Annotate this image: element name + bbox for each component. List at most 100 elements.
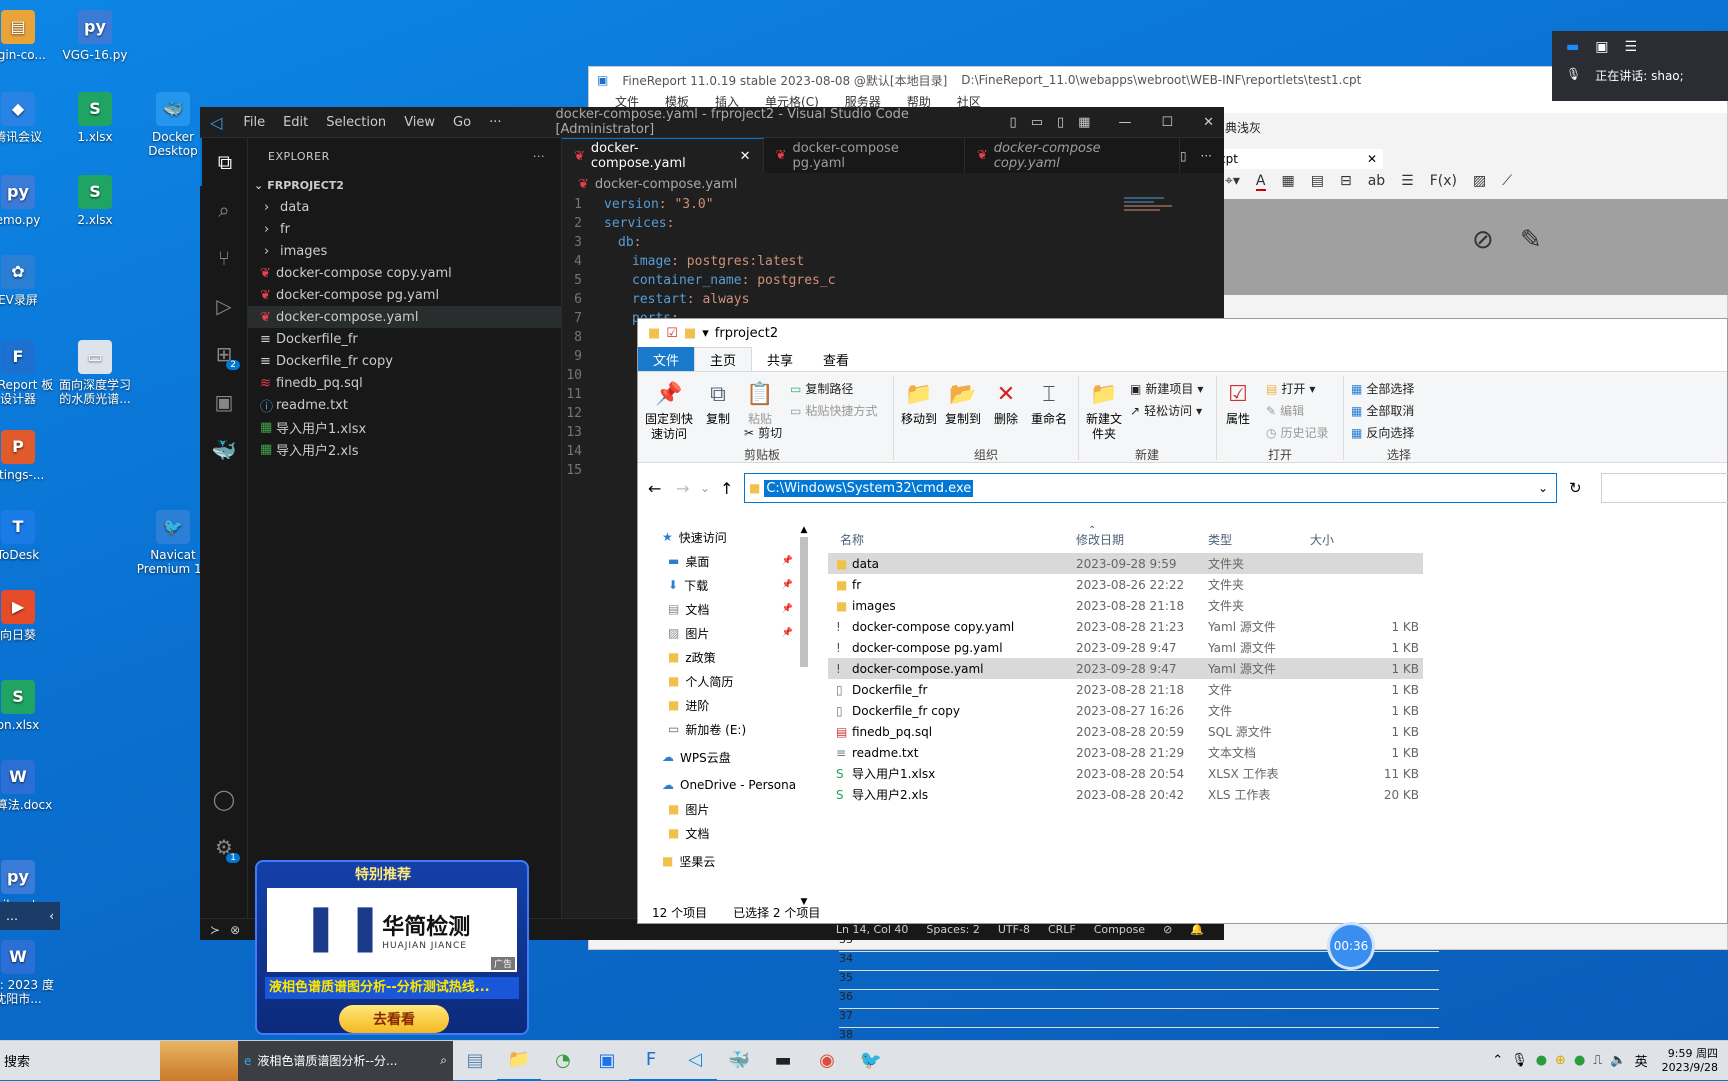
- fr-align-icon[interactable]: ☰: [1401, 173, 1414, 191]
- fr-fill-icon[interactable]: ⌖▾: [1225, 173, 1240, 191]
- clock[interactable]: 9:59 周四 2023/9/28: [1662, 1047, 1718, 1075]
- ime-indicator[interactable]: 英: [1635, 1051, 1648, 1070]
- recording-timer[interactable]: 00:36: [1330, 925, 1372, 967]
- tab-file[interactable]: 文件: [638, 347, 695, 371]
- explorer-icon[interactable]: ⧉: [200, 138, 248, 186]
- tab-close-icon[interactable]: ✕: [740, 149, 751, 164]
- file-explorer-window[interactable]: ■ ☑ ■ ▾ frproject2 文件 主页 共享 查看 📌 固定到快速访问 …: [637, 318, 1728, 924]
- tree-item-folder[interactable]: › fr: [248, 218, 561, 240]
- nav-item[interactable]: ⬇ 下载 📌: [638, 573, 813, 597]
- desktop-icon[interactable]: py VGG-16.py: [55, 10, 135, 62]
- desktop-icon[interactable]: Son.xlsx: [0, 680, 58, 732]
- minimize-window-icon[interactable]: —: [1118, 115, 1131, 130]
- ad-cta-button[interactable]: 去看看: [339, 1005, 449, 1033]
- breadcrumb[interactable]: ❦ docker-compose.yaml: [562, 173, 1224, 195]
- file-row[interactable]: ■ images 2023-08-28 21:18 文件夹: [828, 595, 1423, 616]
- network-icon[interactable]: ⎍: [1593, 1053, 1602, 1068]
- status-language[interactable]: Compose: [1094, 923, 1145, 936]
- desktop-icon[interactable]: W #1: 2023 度沈阳市...: [0, 940, 58, 1006]
- file-row[interactable]: ▯ Dockerfile_fr 2023-08-28 21:18 文件 1 KB: [828, 679, 1423, 700]
- menu-more[interactable]: ···: [480, 115, 510, 130]
- nav-item[interactable]: ■ 个人简历: [638, 669, 813, 693]
- col-name[interactable]: 名称: [840, 531, 864, 548]
- back-arrow-icon[interactable]: ←: [648, 479, 661, 498]
- nav-item[interactable]: ★ 快速访问: [638, 525, 813, 549]
- menu-go[interactable]: Go: [444, 115, 480, 130]
- desktop-icon[interactable]: FneReport 板设计器: [0, 340, 58, 406]
- cut-button[interactable]: ✂ 剪切: [744, 424, 782, 441]
- tray-app-icon[interactable]: ●: [1574, 1053, 1585, 1068]
- copilot-icon[interactable]: ⊘: [1163, 923, 1172, 936]
- new-item-button[interactable]: ▣ 新建项目 ▾: [1130, 380, 1203, 397]
- fr-link-icon[interactable]: ⊟: [1340, 173, 1352, 191]
- tree-item-info[interactable]: ⓘ readme.txt: [248, 394, 561, 416]
- menu-selection[interactable]: Selection: [317, 115, 395, 130]
- notepad-icon[interactable]: ▤: [453, 1041, 497, 1081]
- fr-border-icon[interactable]: ▦: [1282, 173, 1295, 191]
- easy-access-button[interactable]: ↗ 轻松访问 ▾: [1130, 402, 1202, 419]
- desktop-icon[interactable]: ▭ 面向深度学习的水质光谱...: [55, 340, 135, 406]
- nav-item[interactable]: ☁ WPS云盘: [638, 745, 813, 769]
- select-all-button[interactable]: ▦ 全部选择: [1351, 380, 1414, 397]
- browser-icon[interactable]: ◔: [541, 1041, 585, 1081]
- refresh-icon[interactable]: ↻: [1569, 479, 1582, 497]
- open-button[interactable]: ▤ 打开 ▾: [1266, 380, 1315, 397]
- nav-item[interactable]: ■ 文档: [638, 821, 813, 845]
- fr-grid-row[interactable]: 36: [839, 990, 1439, 1009]
- properties-button[interactable]: ☑ 属性: [1220, 378, 1256, 427]
- status-spaces[interactable]: Spaces: 2: [926, 923, 979, 936]
- nav-item[interactable]: ■ 图片: [638, 797, 813, 821]
- rename-button[interactable]: ⌶ 重命名: [1028, 378, 1070, 427]
- window-icon[interactable]: ▣: [1595, 39, 1608, 55]
- properties-quick-icon[interactable]: ☑: [666, 326, 678, 341]
- docker-taskbar-icon[interactable]: 🐳: [717, 1041, 761, 1081]
- nav-item[interactable]: ▨ 图片 📌: [638, 621, 813, 645]
- ad-headline[interactable]: 液相色谱质谱图分析--分析测试热线...: [265, 977, 519, 999]
- code-line[interactable]: 4 image: postgres:latest: [562, 252, 1224, 271]
- source-control-icon[interactable]: ⑂: [200, 234, 248, 282]
- tree-item-sql[interactable]: ≋ finedb_pq.sql: [248, 372, 561, 394]
- tab-home[interactable]: 主页: [694, 347, 753, 371]
- more-actions-icon[interactable]: ···: [1201, 149, 1212, 163]
- fr-image-icon[interactable]: ▨: [1473, 173, 1486, 191]
- more-actions-icon[interactable]: ···: [533, 150, 561, 163]
- tree-item-docker[interactable]: ≡ Dockerfile_fr: [248, 328, 561, 350]
- settings-gear-icon[interactable]: ⚙ 1: [200, 823, 248, 871]
- search-icon[interactable]: ⌕: [200, 186, 248, 234]
- copy-button[interactable]: ⧉ 复制: [700, 378, 736, 427]
- fr-formula-icon[interactable]: F(x): [1430, 173, 1457, 191]
- file-explorer-icon[interactable]: 📁: [497, 1041, 541, 1081]
- code-line[interactable]: 6 restart: always: [562, 290, 1224, 309]
- pin-icon[interactable]: 📌: [782, 628, 793, 638]
- code-line[interactable]: 3 db:: [562, 233, 1224, 252]
- search-box[interactable]: [1601, 473, 1728, 503]
- menu-view[interactable]: View: [395, 115, 444, 130]
- fr-tab-close-icon[interactable]: ✕: [1367, 152, 1377, 166]
- up-arrow-icon[interactable]: ↑: [720, 479, 733, 498]
- meeting-widget[interactable]: ▬ ▣ ☰ 🎙 正在讲话: shao;: [1552, 31, 1728, 101]
- tree-item-docker[interactable]: ≡ Dockerfile_fr copy: [248, 350, 561, 372]
- pin-icon[interactable]: 📌: [782, 556, 793, 566]
- customize-layout-icon[interactable]: ▦: [1078, 115, 1090, 130]
- remote-explorer-icon[interactable]: ▣: [200, 378, 248, 426]
- tree-item-folder[interactable]: › images: [248, 240, 561, 262]
- tree-item-yaml[interactable]: ❦ docker-compose copy.yaml: [248, 262, 561, 284]
- fr-grid-row[interactable]: 35: [839, 971, 1439, 990]
- file-row[interactable]: ! docker-compose pg.yaml 2023-09-28 9:47 Ya…: [828, 637, 1423, 658]
- vscode-taskbar-icon[interactable]: ◁: [673, 1041, 717, 1081]
- maximize-window-icon[interactable]: ☐: [1161, 115, 1173, 130]
- desktop-icon[interactable]: S 2.xlsx: [55, 175, 135, 227]
- pin-icon[interactable]: 📌: [782, 604, 793, 614]
- docker-icon[interactable]: 🐳: [200, 426, 248, 474]
- desktop-icon[interactable]: ▤ ugin-co...: [0, 10, 58, 62]
- menu-edit[interactable]: Edit: [274, 115, 317, 130]
- fr-tab[interactable]: cpt ✕: [1213, 149, 1383, 169]
- nav-item[interactable]: ■ 进阶: [638, 693, 813, 717]
- desktop-icon[interactable]: ✿ EV录屏: [0, 255, 58, 307]
- new-folder-quick-icon[interactable]: ■: [684, 326, 696, 341]
- pin-icon[interactable]: 📌: [782, 580, 793, 590]
- desktop-icon[interactable]: W 化算法.docx: [0, 760, 58, 812]
- desktop-icon[interactable]: T ToDesk: [0, 510, 58, 562]
- address-bar[interactable]: ■ C:\Windows\System32\cmd.exe ⌄: [744, 473, 1557, 503]
- terminal-icon[interactable]: ▬: [761, 1041, 805, 1081]
